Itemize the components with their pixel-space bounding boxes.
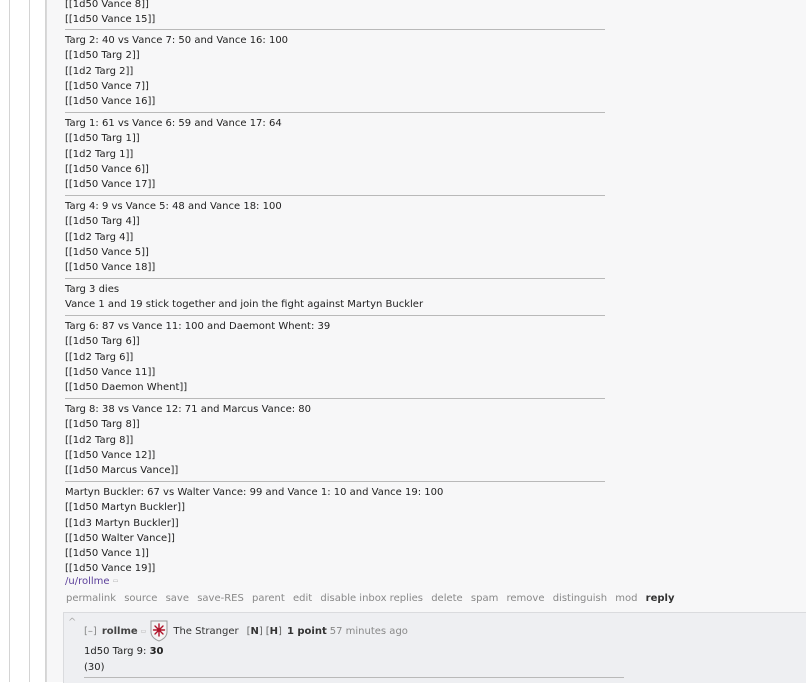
divider — [65, 195, 605, 196]
block-line: [[1d50 Vance 8]] — [65, 0, 149, 10]
block-line: [[1d2 Targ 4]] — [65, 231, 134, 243]
friend-mark: [N] — [246, 625, 263, 637]
block-line: Vance 1 and 19 stick together and join t… — [65, 299, 424, 311]
block-heading: Targ 2: 40 vs Vance 7: 50 and Vance 16: … — [65, 35, 289, 46]
child-comment-body: 1d50 Targ 9: 30 (30) — [84, 644, 164, 675]
permalink-button[interactable]: permalink — [66, 593, 116, 604]
block-line: [[1d2 Targ 1]] — [65, 148, 134, 160]
collapse-toggle[interactable]: [–] — [84, 626, 97, 637]
spam-button[interactable]: spam — [471, 593, 498, 604]
block-line: [[1d50 Walter Vance]] — [65, 532, 175, 544]
roll-block-5: Targ 3 dies Vance 1 and 19 stick togethe… — [65, 282, 605, 313]
block-line: [[1d3 Martyn Buckler]] — [65, 517, 179, 529]
remove-button[interactable]: remove — [507, 593, 545, 604]
comment-actions: permalink source save save-RES parent ed… — [66, 593, 680, 604]
mark-n[interactable]: N — [250, 626, 258, 637]
block-line: [[1d50 Vance 18]] — [65, 262, 156, 274]
block-line: [[1d50 Targ 1]] — [65, 133, 140, 145]
save-button[interactable]: save — [166, 593, 189, 604]
divider — [65, 315, 605, 316]
highlight-mark: [H] — [265, 625, 282, 637]
mark-h[interactable]: H — [270, 626, 278, 637]
thread-rail-2 — [29, 0, 30, 682]
user-tag-icon[interactable]: ▭ — [113, 578, 119, 585]
flair-text: The Stranger — [173, 625, 239, 637]
block-line: [[1d50 Targ 2]] — [65, 50, 140, 62]
user-link[interactable]: /u/rollme ▭ — [65, 576, 118, 587]
block-line: [[1d50 Targ 4]] — [65, 216, 140, 228]
block-line: [[1d50 Vance 15]] — [65, 14, 156, 26]
roll-label: 1d50 Targ 9: — [84, 646, 150, 657]
block-line: [[1d2 Targ 2]] — [65, 65, 134, 77]
block-heading: Targ 1: 61 vs Vance 6: 59 and Vance 17: … — [65, 118, 282, 129]
author-link[interactable]: rollme — [102, 626, 138, 637]
block-line: [[1d50 Vance 16]] — [65, 96, 156, 108]
block-heading: Martyn Buckler: 67 vs Walter Vance: 99 a… — [65, 487, 444, 498]
mod-button[interactable]: mod — [615, 593, 637, 604]
block-line: [[1d50 Vance 19]] — [65, 563, 156, 575]
block-line: [[1d2 Targ 8]] — [65, 434, 134, 446]
source-button[interactable]: source — [124, 593, 157, 604]
roll-result-line: 1d50 Targ 9: 30 — [84, 644, 164, 660]
user-tag-icon[interactable]: ▭ — [141, 628, 147, 635]
block-line: [[1d2 Targ 6]] — [65, 351, 134, 363]
upvote-arrow-icon[interactable]: ^ — [68, 617, 76, 628]
user-link-text[interactable]: /u/rollme — [65, 576, 110, 587]
divider — [65, 112, 605, 113]
reply-button[interactable]: reply — [646, 593, 675, 604]
roll-detail: (30) — [84, 661, 105, 673]
child-tagline: [–] rollme ▭ The Stranger [N] [H] 1 poin… — [84, 620, 408, 642]
roll-block-1: [[1d50 Vance 8]] [[1d50 Vance 15]] — [65, 0, 605, 28]
block-line: [[1d50 Vance 5]] — [65, 246, 149, 258]
block-line: [[1d50 Marcus Vance]] — [65, 465, 179, 477]
edit-button[interactable]: edit — [293, 593, 312, 604]
timestamp[interactable]: 57 minutes ago — [330, 626, 408, 637]
parent-button[interactable]: parent — [252, 593, 285, 604]
roll-block-7: Targ 8: 38 vs Vance 12: 71 and Marcus Va… — [65, 402, 605, 478]
block-line: [[1d50 Vance 17]] — [65, 179, 156, 191]
delete-button[interactable]: delete — [431, 593, 463, 604]
block-heading: Targ 3 dies — [65, 284, 120, 295]
block-heading: Targ 8: 38 vs Vance 12: 71 and Marcus Va… — [65, 404, 312, 415]
disable-inbox-replies-button[interactable]: disable inbox replies — [320, 593, 423, 604]
block-line: [[1d50 Vance 12]] — [65, 449, 156, 461]
block-heading: Targ 6: 87 vs Vance 11: 100 and Daemont … — [65, 321, 331, 332]
roll-block-4: Targ 4: 9 vs Vance 5: 48 and Vance 18: 1… — [65, 199, 605, 275]
block-line: [[1d50 Vance 11]] — [65, 366, 156, 378]
divider — [65, 29, 605, 30]
roll-block-6: Targ 6: 87 vs Vance 11: 100 and Daemont … — [65, 319, 605, 395]
save-res-button[interactable]: save-RES — [197, 593, 244, 604]
score: 1 point — [286, 625, 327, 637]
roll-block-2: Targ 2: 40 vs Vance 7: 50 and Vance 16: … — [65, 33, 605, 109]
block-line: [[1d50 Targ 6]] — [65, 336, 140, 348]
divider — [65, 398, 605, 399]
roll-block-8: Martyn Buckler: 67 vs Walter Vance: 99 a… — [65, 485, 605, 577]
block-line: [[1d50 Vance 7]] — [65, 80, 149, 92]
distinguish-button[interactable]: distinguish — [553, 593, 607, 604]
stranger-shield-icon — [150, 620, 168, 642]
block-line: [[1d50 Vance 6]] — [65, 163, 149, 175]
block-heading: Targ 4: 9 vs Vance 5: 48 and Vance 18: 1… — [65, 201, 282, 212]
block-line: [[1d50 Martyn Buckler]] — [65, 502, 185, 514]
divider — [65, 481, 605, 482]
block-line: [[1d50 Vance 1]] — [65, 548, 149, 560]
divider — [84, 677, 624, 678]
roll-block-3: Targ 1: 61 vs Vance 6: 59 and Vance 17: … — [65, 116, 605, 192]
thread-rail-1 — [9, 0, 10, 682]
roll-result: 30 — [149, 646, 164, 657]
block-line: [[1d50 Daemon Whent]] — [65, 382, 188, 394]
block-line: [[1d50 Targ 8]] — [65, 419, 140, 431]
divider — [65, 278, 605, 279]
